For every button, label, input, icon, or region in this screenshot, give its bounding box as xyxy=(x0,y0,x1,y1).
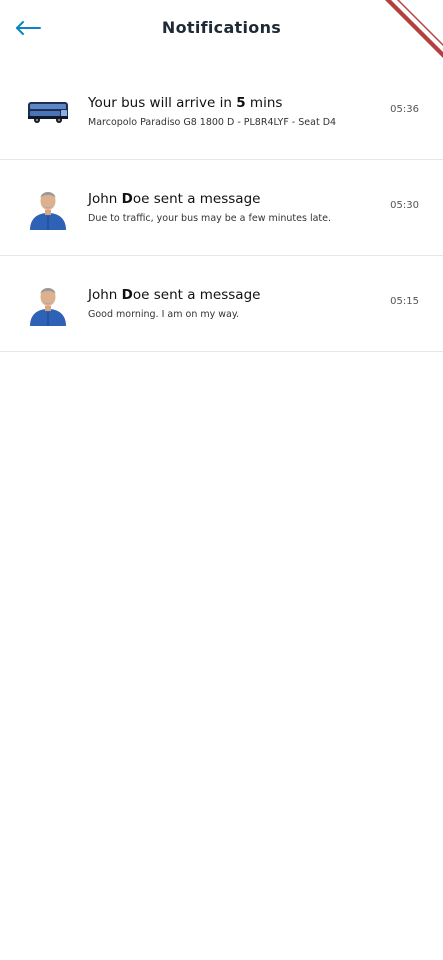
notification-title: Your bus will arrive in 5 mins xyxy=(88,95,283,111)
notification-title: John Doe sent a message xyxy=(88,287,261,303)
notification-list: Your bus will arrive in 5 mins Marcopolo… xyxy=(0,64,443,352)
notification-time: 05:30 xyxy=(390,200,419,211)
app-bar: Notifications xyxy=(0,0,443,60)
notification-item[interactable]: Your bus will arrive in 5 mins Marcopolo… xyxy=(0,64,443,160)
bus-icon xyxy=(26,90,70,134)
notification-title: John Doe sent a message xyxy=(88,191,261,207)
notification-subtitle: Marcopolo Paradiso G8 1800 D - PL8R4LYF … xyxy=(88,117,337,128)
notification-time: 05:36 xyxy=(390,104,419,115)
notification-subtitle: Good morning. I am on my way. xyxy=(88,309,240,320)
notification-item[interactable]: John Doe sent a message Due to traffic, … xyxy=(0,160,443,256)
driver-avatar xyxy=(26,186,70,230)
notification-subtitle: Due to traffic, your bus may be a few mi… xyxy=(88,213,332,224)
notification-item[interactable]: John Doe sent a message Good morning. I … xyxy=(0,256,443,352)
notification-time: 05:15 xyxy=(390,296,419,307)
page-title: Notifications xyxy=(161,18,282,37)
debug-banner xyxy=(385,0,443,58)
driver-avatar xyxy=(26,282,70,326)
